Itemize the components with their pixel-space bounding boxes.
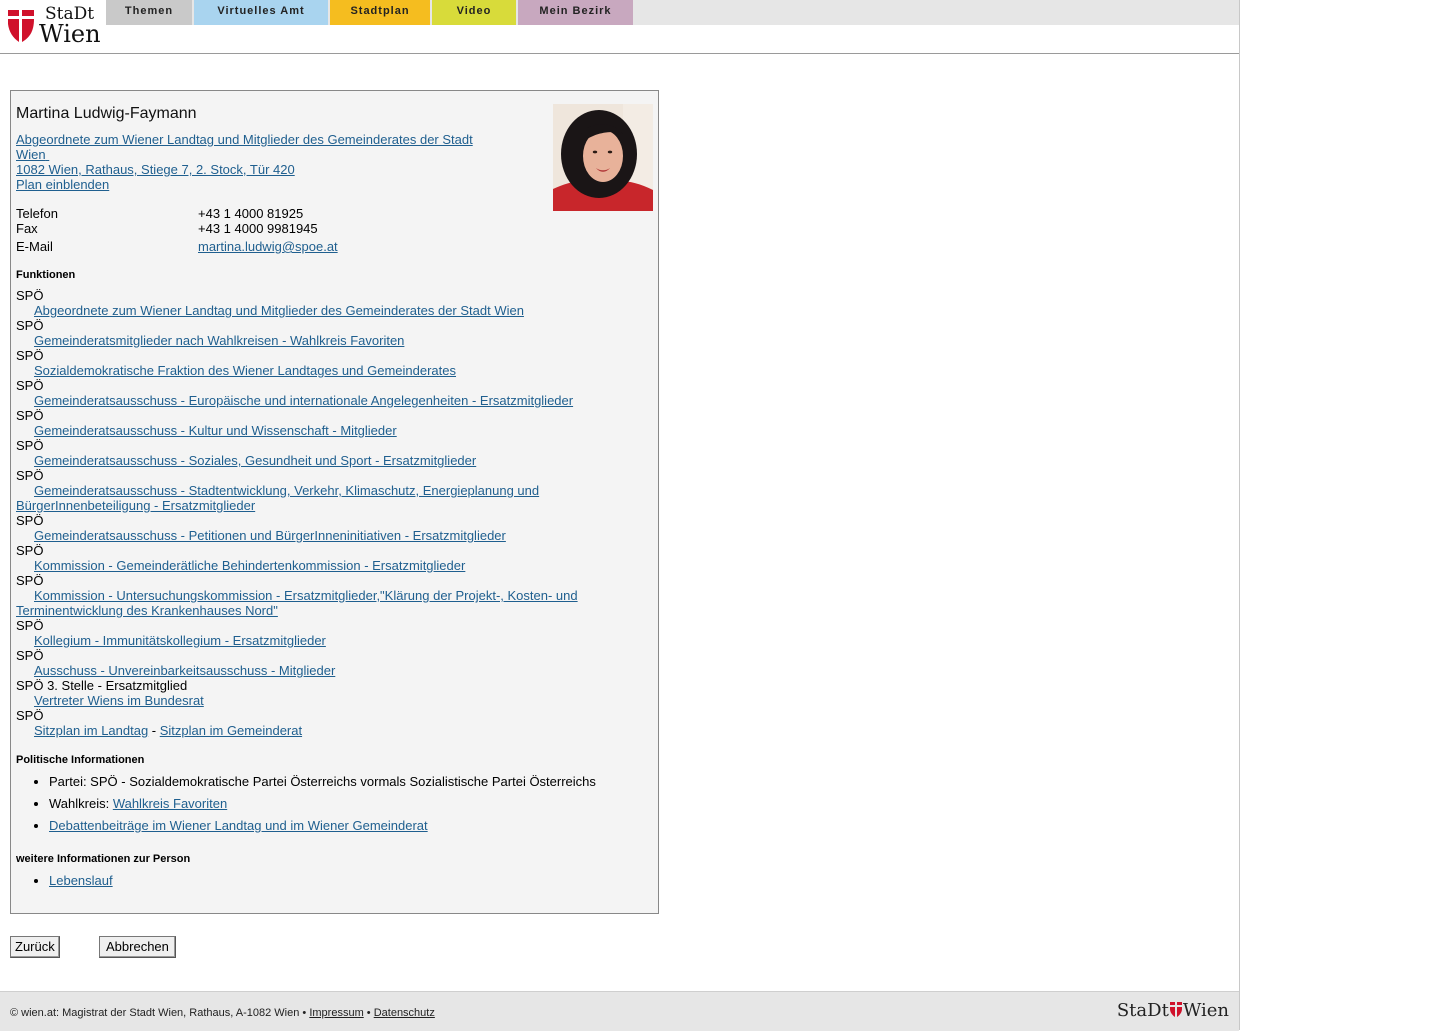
function-link[interactable]: Kommission - Untersuchungskommission - E… [16, 588, 591, 618]
footer-stadt-wien-logo[interactable]: StaDt Wien [1117, 1000, 1229, 1021]
sitzplan-landtag-link[interactable]: Sitzplan im Landtag [34, 723, 148, 738]
function-party: SPÖ [16, 408, 44, 423]
function-party: SPÖ [16, 378, 44, 393]
function-link[interactable]: Gemeinderatsausschuss - Petitionen und B… [16, 528, 616, 543]
function-party: SPÖ [16, 468, 44, 483]
sitzplan-separator: - [148, 723, 160, 738]
cancel-button[interactable]: Abbrechen [99, 936, 176, 958]
tab-mein-bezirk[interactable]: Mein Bezirk [518, 0, 633, 25]
plan-einblenden-link[interactable]: Plan einblenden [16, 177, 486, 192]
telefon-value: +43 1 4000 81925 [198, 206, 304, 221]
tab-virtuelles-amt[interactable]: Virtuelles Amt [194, 0, 328, 25]
function-party: SPÖ [16, 708, 44, 723]
function-link[interactable]: Kommission - Gemeinderätliche Behinderte… [16, 558, 616, 573]
position-link[interactable]: Abgeordnete zum Wiener Landtag und Mitgl… [16, 132, 486, 162]
wahlkreis-item: Wahlkreis: Wahlkreis Favoriten [49, 796, 596, 811]
function-link[interactable]: Gemeinderatsausschuss - Soziales, Gesund… [16, 453, 616, 468]
function-party: SPÖ 3. Stelle - Ersatzmitglied [16, 678, 188, 693]
footer-copyright: © wien.at: Magistrat der Stadt Wien, Rat… [10, 1007, 310, 1019]
weitere-informationen-list: Lebenslauf [16, 873, 113, 895]
function-party: SPÖ [16, 618, 44, 633]
tab-stadtplan[interactable]: Stadtplan [330, 0, 430, 25]
main-navigation: Themen Virtuelles Amt Stadtplan Video Me… [106, 0, 1239, 25]
address-block: Abgeordnete zum Wiener Landtag und Mitgl… [16, 132, 486, 192]
function-party: SPÖ [16, 648, 44, 663]
function-link[interactable]: Gemeinderatsmitglieder nach Wahlkreisen … [16, 333, 616, 348]
partei-item: Partei: SPÖ - Sozialdemokratische Partei… [49, 774, 596, 789]
address-link[interactable]: 1082 Wien, Rathaus, Stiege 7, 2. Stock, … [16, 162, 486, 177]
function-link[interactable]: Ausschuss - Unvereinbarkeitsausschuss - … [16, 663, 616, 678]
back-button[interactable]: Zurück [10, 936, 60, 958]
politische-informationen-heading: Politische Informationen [16, 754, 145, 766]
funktionen-heading: Funktionen [16, 269, 76, 281]
wahlkreis-label: Wahlkreis: [49, 796, 113, 811]
footer-text: © wien.at: Magistrat der Stadt Wien, Rat… [10, 1007, 435, 1019]
footer-logo-wien: Wien [1182, 1000, 1229, 1021]
email-label: E-Mail [16, 239, 53, 254]
wien-crest-icon [1169, 1002, 1182, 1017]
wien-crest-icon [8, 10, 34, 42]
lebenslauf-link[interactable]: Lebenslauf [49, 873, 113, 888]
datenschutz-link[interactable]: Datenschutz [374, 1007, 435, 1019]
telefon-label: Telefon [16, 206, 58, 221]
debatten-item: Debattenbeiträge im Wiener Landtag und i… [49, 818, 596, 833]
fax-label: Fax [16, 221, 38, 236]
function-link[interactable]: Vertreter Wiens im Bundesrat [16, 693, 616, 708]
function-party: SPÖ [16, 348, 44, 363]
page: StaDt Wien Themen Virtuelles Amt Stadtpl… [0, 0, 1240, 1031]
function-link[interactable]: Abgeordnete zum Wiener Landtag und Mitgl… [16, 303, 616, 318]
footer-logo-stadt: StaDt [1116, 1000, 1169, 1021]
function-party: SPÖ [16, 438, 44, 453]
weitere-informationen-heading: weitere Informationen zur Person [16, 853, 191, 865]
function-link[interactable]: Sozialdemokratische Fraktion des Wiener … [16, 363, 616, 378]
impressum-link[interactable]: Impressum [309, 1007, 363, 1019]
function-party: SPÖ [16, 288, 44, 303]
fax-value: +43 1 4000 9981945 [198, 221, 318, 236]
politische-informationen-list: Partei: SPÖ - Sozialdemokratische Partei… [16, 774, 596, 840]
contact-table: Telefon +43 1 4000 81925 Fax +43 1 4000 … [16, 206, 516, 254]
person-name: Martina Ludwig-Faymann [16, 105, 197, 122]
debattenbeitraege-link[interactable]: Debattenbeiträge im Wiener Landtag und i… [49, 818, 428, 833]
function-party: SPÖ [16, 543, 44, 558]
header: StaDt Wien Themen Virtuelles Amt Stadtpl… [0, 0, 1239, 54]
function-link[interactable]: Kollegium - Immunitätskollegium - Ersatz… [16, 633, 616, 648]
function-party: SPÖ [16, 573, 44, 588]
lebenslauf-item: Lebenslauf [49, 873, 113, 888]
footer: © wien.at: Magistrat der Stadt Wien, Rat… [0, 991, 1239, 1031]
sitzplan-gemeinderat-link[interactable]: Sitzplan im Gemeinderat [160, 723, 302, 738]
email-link[interactable]: martina.ludwig@spoe.at [198, 239, 338, 254]
tab-video[interactable]: Video [432, 0, 516, 25]
stadt-wien-logo[interactable]: StaDt Wien [7, 3, 103, 48]
sitzplan-row: Sitzplan im Landtag - Sitzplan im Gemein… [16, 723, 616, 738]
person-photo [553, 104, 653, 211]
function-link[interactable]: Gemeinderatsausschuss - Kultur und Wisse… [16, 423, 616, 438]
function-party: SPÖ [16, 318, 44, 333]
logo-wien-text: Wien [39, 20, 101, 48]
function-link[interactable]: Gemeinderatsausschuss - Stadtentwicklung… [16, 483, 556, 513]
tab-themen[interactable]: Themen [106, 0, 192, 25]
wahlkreis-link[interactable]: Wahlkreis Favoriten [113, 796, 227, 811]
person-detail-panel: Martina Ludwig-Faymann Abgeordnete zum W… [10, 90, 659, 914]
footer-bullet: • [363, 1007, 374, 1019]
function-party: SPÖ [16, 513, 44, 528]
function-link[interactable]: Gemeinderatsausschuss - Europäische und … [16, 393, 616, 408]
funktionen-list: SPÖ Abgeordnete zum Wiener Landtag und M… [16, 288, 616, 738]
